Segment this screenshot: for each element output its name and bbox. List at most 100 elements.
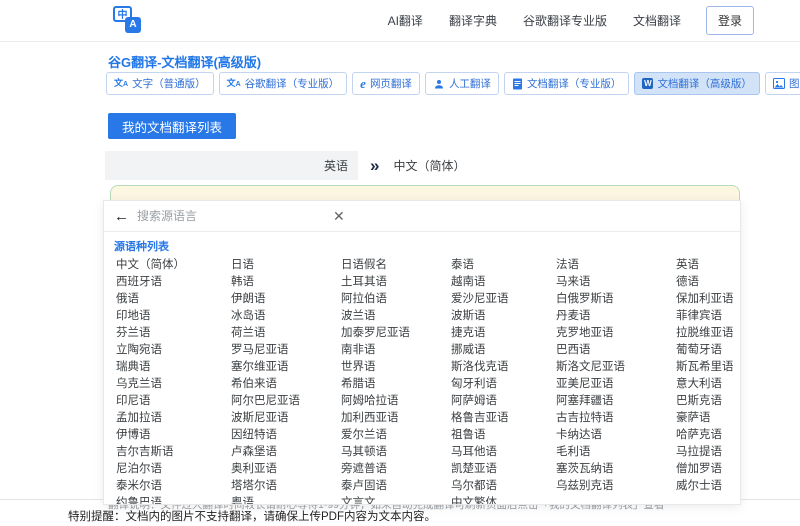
- language-option[interactable]: 斯洛文尼亚语: [556, 359, 676, 376]
- language-option[interactable]: 白俄罗斯语: [556, 291, 676, 308]
- language-option[interactable]: 克罗地亚语: [556, 325, 676, 342]
- language-option[interactable]: 捷克语: [451, 325, 556, 342]
- nav-document-translate[interactable]: 文档翻译: [633, 12, 681, 29]
- language-option[interactable]: 印尼语: [116, 393, 231, 410]
- language-option[interactable]: 威尔士语: [676, 478, 740, 495]
- language-option[interactable]: 文言文: [341, 495, 451, 505]
- language-option[interactable]: 巴斯克语: [676, 393, 740, 410]
- tab-doc-pro[interactable]: 文档翻译（专业版）: [504, 72, 630, 95]
- my-doc-list-button[interactable]: 我的文档翻译列表: [108, 113, 236, 139]
- target-language-select[interactable]: 中文（简体）: [393, 157, 465, 174]
- language-option[interactable]: 挪威语: [451, 342, 556, 359]
- language-option[interactable]: 伊博语: [116, 427, 231, 444]
- language-option[interactable]: 世界语: [341, 359, 451, 376]
- language-option[interactable]: 毛利语: [556, 444, 676, 461]
- language-option[interactable]: 土耳其语: [341, 274, 451, 291]
- back-icon[interactable]: ←: [114, 209, 129, 224]
- language-option[interactable]: 僧加罗语: [676, 461, 740, 478]
- language-option[interactable]: 葡萄牙语: [676, 342, 740, 359]
- language-option[interactable]: 菲律宾语: [676, 308, 740, 325]
- language-option[interactable]: 爱尔兰语: [341, 427, 451, 444]
- tab-image-pro[interactable]: 图片翻译（专业版）: [765, 72, 800, 95]
- login-button[interactable]: 登录: [706, 6, 754, 35]
- language-option[interactable]: 芬兰语: [116, 325, 231, 342]
- tab-doc-premium[interactable]: W文档翻译（高级版）: [634, 72, 760, 95]
- language-option[interactable]: 日语: [231, 257, 341, 274]
- nav-google-translate-pro[interactable]: 谷歌翻译专业版: [523, 12, 607, 29]
- language-option[interactable]: 马其顿语: [341, 444, 451, 461]
- language-option[interactable]: 印地语: [116, 308, 231, 325]
- language-option[interactable]: 格鲁吉亚语: [451, 410, 556, 427]
- language-option[interactable]: 因纽特语: [231, 427, 341, 444]
- language-option[interactable]: 韩语: [231, 274, 341, 291]
- tab-text-basic[interactable]: 文A文字（普通版）: [106, 72, 214, 95]
- language-option[interactable]: 阿萨姆语: [451, 393, 556, 410]
- language-option[interactable]: 伊朗语: [231, 291, 341, 308]
- language-option[interactable]: 亚美尼亚语: [556, 376, 676, 393]
- language-option[interactable]: 马来语: [556, 274, 676, 291]
- language-option[interactable]: 塔塔尔语: [231, 478, 341, 495]
- language-option[interactable]: 丹麦语: [556, 308, 676, 325]
- language-option[interactable]: 尼泊尔语: [116, 461, 231, 478]
- language-option[interactable]: 斯瓦希里语: [676, 359, 740, 376]
- language-option[interactable]: 西班牙语: [116, 274, 231, 291]
- language-option[interactable]: 英语: [676, 257, 740, 274]
- language-option[interactable]: 凯楚亚语: [451, 461, 556, 478]
- language-option[interactable]: 卡纳达语: [556, 427, 676, 444]
- language-option[interactable]: 波斯尼亚语: [231, 410, 341, 427]
- language-option[interactable]: 保加利亚语: [676, 291, 740, 308]
- language-option[interactable]: 奥利亚语: [231, 461, 341, 478]
- language-option[interactable]: 中文繁体: [451, 495, 556, 505]
- language-option[interactable]: 波斯语: [451, 308, 556, 325]
- language-option[interactable]: 旁遮普语: [341, 461, 451, 478]
- language-option[interactable]: 马拉提语: [676, 444, 740, 461]
- language-option[interactable]: 拉脱维亚语: [676, 325, 740, 342]
- language-search-input[interactable]: [137, 209, 297, 223]
- tab-webpage[interactable]: e网页翻译: [352, 72, 420, 95]
- language-option[interactable]: 意大利语: [676, 376, 740, 393]
- language-option[interactable]: 希伯来语: [231, 376, 341, 393]
- language-option[interactable]: 泰米尔语: [116, 478, 231, 495]
- language-option[interactable]: 匈牙利语: [451, 376, 556, 393]
- language-option[interactable]: 爱沙尼亚语: [451, 291, 556, 308]
- language-option[interactable]: 中文（简体）: [116, 257, 231, 274]
- language-option[interactable]: 约鲁巴语: [116, 495, 231, 505]
- translate-logo-icon[interactable]: 中 A: [113, 5, 147, 37]
- language-option[interactable]: 立陶宛语: [116, 342, 231, 359]
- language-option[interactable]: 德语: [676, 274, 740, 291]
- language-option[interactable]: 豪萨语: [676, 410, 740, 427]
- language-option[interactable]: 粤语: [231, 495, 341, 505]
- language-option[interactable]: 南非语: [341, 342, 451, 359]
- language-option[interactable]: 乌尔都语: [451, 478, 556, 495]
- language-option[interactable]: 阿尔巴尼亚语: [231, 393, 341, 410]
- language-option[interactable]: 罗马尼亚语: [231, 342, 341, 359]
- language-option[interactable]: 日语假名: [341, 257, 451, 274]
- language-option[interactable]: 哈萨克语: [676, 427, 740, 444]
- language-option[interactable]: 卢森堡语: [231, 444, 341, 461]
- language-option[interactable]: 法语: [556, 257, 676, 274]
- language-option[interactable]: 阿塞拜疆语: [556, 393, 676, 410]
- language-option[interactable]: 冰岛语: [231, 308, 341, 325]
- language-option[interactable]: 希腊语: [341, 376, 451, 393]
- language-option[interactable]: 祖鲁语: [451, 427, 556, 444]
- tab-human[interactable]: 人工翻译: [425, 72, 499, 95]
- language-option[interactable]: 俄语: [116, 291, 231, 308]
- nav-dictionary[interactable]: 翻译字典: [449, 12, 497, 29]
- language-option[interactable]: 泰语: [451, 257, 556, 274]
- language-option[interactable]: 吉尔吉斯语: [116, 444, 231, 461]
- language-option[interactable]: 乌克兰语: [116, 376, 231, 393]
- language-option[interactable]: 孟加拉语: [116, 410, 231, 427]
- language-option[interactable]: 加利西亚语: [341, 410, 451, 427]
- language-option[interactable]: 阿姆哈拉语: [341, 393, 451, 410]
- language-option[interactable]: 巴西语: [556, 342, 676, 359]
- tab-google-pro[interactable]: 文A谷歌翻译（专业版）: [219, 72, 348, 95]
- language-option[interactable]: 塞茨瓦纳语: [556, 461, 676, 478]
- language-option[interactable]: 马耳他语: [451, 444, 556, 461]
- language-option[interactable]: 古吉拉特语: [556, 410, 676, 427]
- language-option[interactable]: 瑞典语: [116, 359, 231, 376]
- language-option[interactable]: 荷兰语: [231, 325, 341, 342]
- language-option[interactable]: 乌兹别克语: [556, 478, 676, 495]
- nav-ai-translate[interactable]: AI翻译: [388, 12, 423, 29]
- language-option[interactable]: 加泰罗尼亚语: [341, 325, 451, 342]
- language-option[interactable]: 阿拉伯语: [341, 291, 451, 308]
